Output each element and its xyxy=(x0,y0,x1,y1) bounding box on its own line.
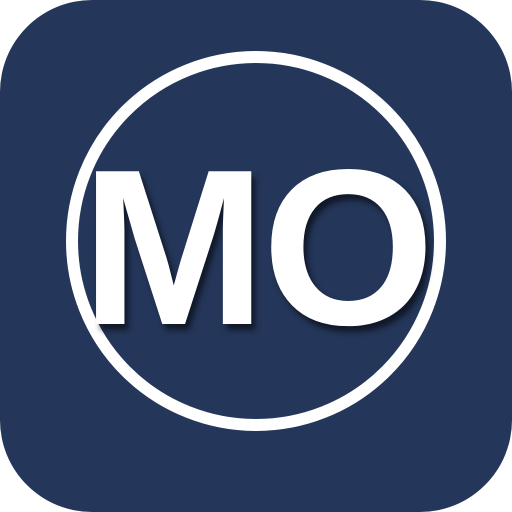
app-icon-monogram: MO xyxy=(81,124,435,372)
app-icon[interactable]: MO xyxy=(0,0,512,512)
